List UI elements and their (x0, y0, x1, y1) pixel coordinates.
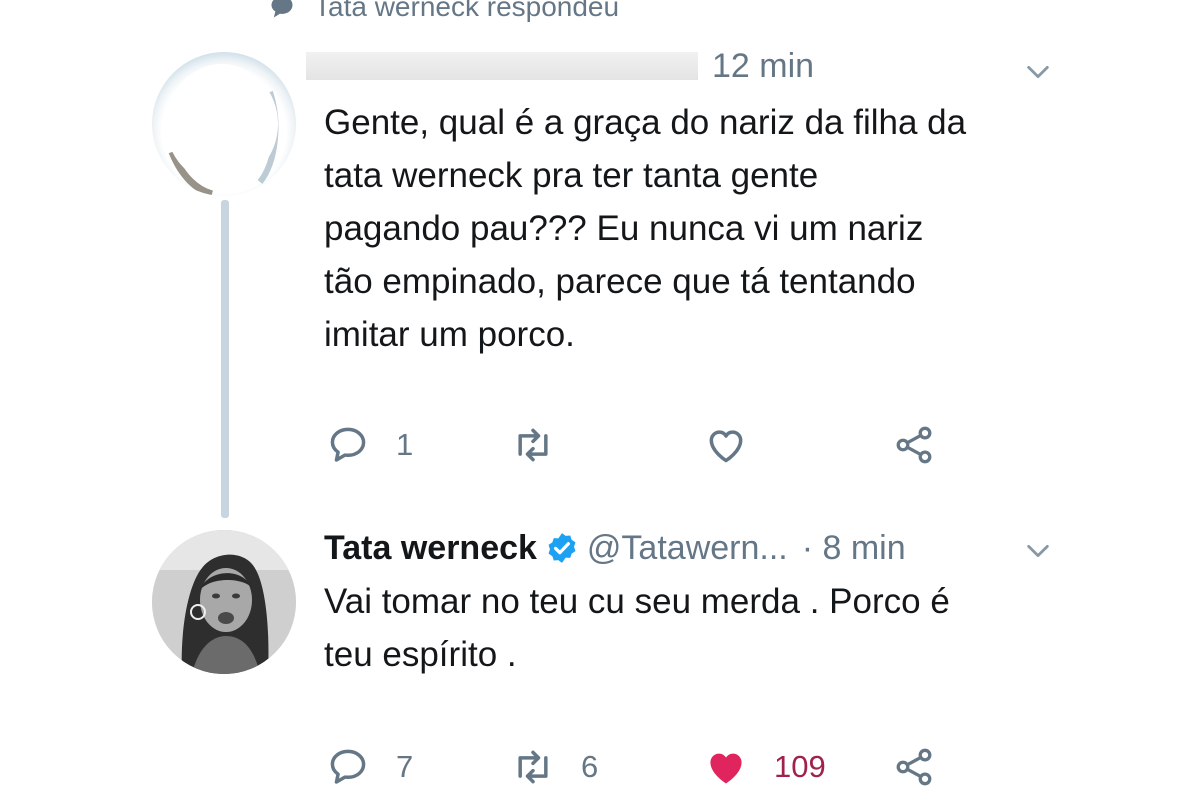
reply-button[interactable]: 7 (326, 742, 413, 792)
avatar[interactable] (152, 52, 296, 196)
tweet-text: Vai tomar no teu cu seu merda . Porco é … (324, 575, 950, 681)
reply-context-text: Tata werneck respondeu (314, 0, 620, 22)
retweet-count: 6 (581, 749, 599, 784)
retweet-button[interactable] (511, 420, 555, 470)
tweet-text-line: imitar um porco. (324, 315, 575, 354)
thread-line (221, 200, 229, 518)
redacted-username (306, 52, 698, 80)
tweet-thread-screen: Tata werneck respondeu 12 min Gente, qua… (0, 0, 1200, 800)
tweet-text-line: tata werneck pra ter tanta gente (324, 156, 819, 195)
share-button[interactable] (892, 420, 936, 470)
tweet-header: 12 min (306, 44, 814, 88)
user-handle[interactable]: @Tatawern... (587, 529, 788, 568)
tweet-text: Gente, qual é a graça do nariz da filha … (324, 96, 966, 361)
like-button[interactable] (704, 420, 748, 470)
tweet-text-line: pagando pau??? Eu nunca vi um nariz (324, 209, 924, 248)
reply-count: 7 (396, 749, 414, 784)
heart-icon (709, 430, 743, 463)
share-icon (896, 426, 932, 464)
retweet-button[interactable]: 6 (511, 742, 598, 792)
retweet-icon (518, 750, 548, 784)
tweet-text-line: Vai tomar no teu cu seu merda . Porco é (324, 582, 950, 621)
tweet-text-line: Gente, qual é a graça do nariz da filha … (324, 103, 967, 142)
reply-icon (330, 427, 366, 462)
reply-icon (330, 749, 366, 784)
verified-badge-icon (548, 533, 576, 563)
like-count: 109 (774, 749, 826, 784)
tweet-text-line: teu espírito . (324, 635, 517, 674)
chevron-down-icon[interactable] (1024, 58, 1052, 86)
tweet-time[interactable]: · 8 min (802, 529, 906, 568)
tweet-text-line: tão empinado, parece que tá tentando (324, 262, 916, 301)
reply-count: 1 (396, 427, 414, 462)
share-icon (896, 748, 932, 786)
reply-context: Tata werneck respondeu (268, 0, 619, 24)
avatar[interactable] (152, 530, 296, 674)
tweet-time[interactable]: 12 min (712, 47, 814, 86)
tata-werneck-avatar-image (152, 530, 296, 674)
retweet-icon (518, 428, 548, 462)
redacted-avatar-image (166, 64, 279, 196)
like-button[interactable]: 109 (704, 742, 826, 792)
tweet-actions: 1 (326, 420, 966, 470)
speech-bubble-icon (271, 0, 293, 18)
chevron-down-icon[interactable] (1024, 537, 1052, 565)
heart-filled-icon (710, 753, 742, 784)
display-name[interactable]: Tata werneck (324, 529, 537, 568)
reply-button[interactable]: 1 (326, 420, 413, 470)
tweet-actions: 7 6 109 (326, 742, 966, 792)
tweet-header: Tata werneck @Tatawern... · 8 min (324, 526, 916, 570)
share-button[interactable] (892, 742, 936, 792)
